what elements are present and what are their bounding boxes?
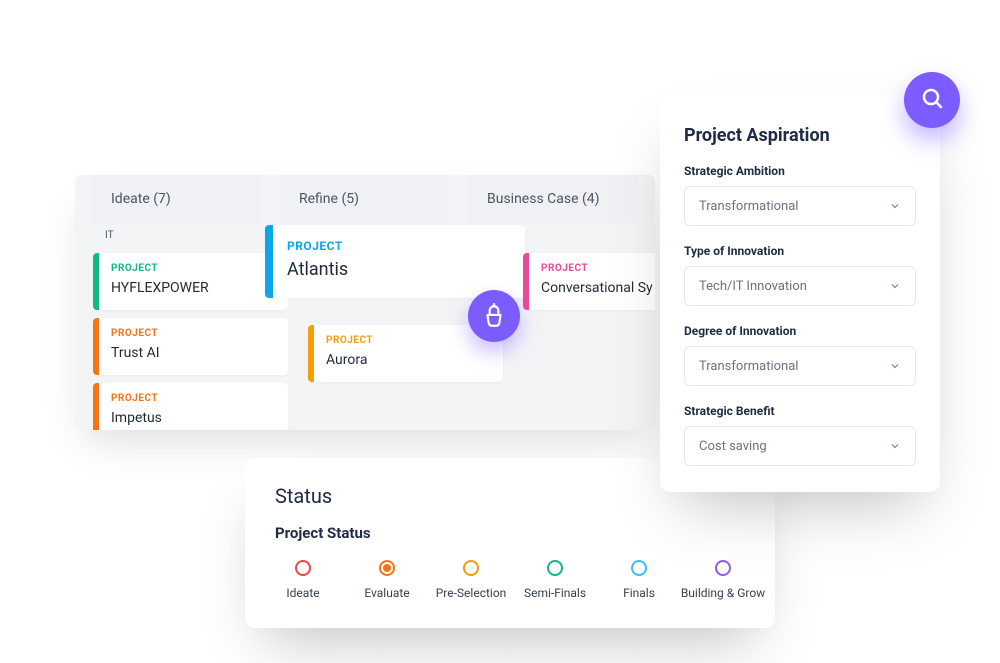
status-option[interactable]: Evaluate [359, 560, 415, 600]
project-card[interactable]: PROJECT Trust AI [93, 318, 288, 375]
card-tag: PROJECT [111, 263, 274, 274]
degree-of-innovation-select[interactable]: Transformational [684, 346, 916, 386]
status-label: Evaluate [364, 586, 409, 600]
chevron-down-icon [889, 360, 901, 372]
truncated-row-label: IT [105, 230, 114, 241]
card-title: Trust AI [111, 345, 274, 361]
select-value: Tech/IT Innovation [699, 279, 807, 294]
card-title: HYFLEXPOWER [111, 280, 274, 296]
status-options: Ideate Evaluate Pre-Selection Semi-Finals Fi… [275, 560, 747, 600]
column-header: Business Case (4) [469, 175, 637, 223]
card-tag: PROJECT [326, 335, 489, 346]
card-tag: PROJECT [111, 393, 274, 404]
status-option[interactable]: Finals [611, 560, 667, 600]
chevron-down-icon [889, 280, 901, 292]
status-label: Semi-Finals [524, 586, 586, 600]
search-button[interactable] [904, 72, 960, 128]
card-title: Aurora [326, 352, 489, 368]
status-ring-icon [715, 560, 731, 576]
search-icon [920, 86, 944, 114]
card-title: Atlantis [287, 259, 507, 280]
status-option[interactable]: Pre-Selection [443, 560, 499, 600]
type-of-innovation-select[interactable]: Tech/IT Innovation [684, 266, 916, 306]
card-tag: PROJECT [541, 263, 655, 274]
kanban-column-ideate: Ideate (7) [93, 175, 261, 233]
panel-title: Project Aspiration [684, 125, 916, 146]
card-tag: PROJECT [287, 239, 507, 253]
pointer-icon [468, 290, 520, 342]
select-value: Cost saving [699, 439, 767, 454]
chevron-down-icon [889, 200, 901, 212]
status-label: Building & Grow [681, 586, 765, 600]
chevron-down-icon [889, 440, 901, 452]
status-ring-icon [631, 560, 647, 576]
status-ring-icon [379, 560, 395, 576]
project-aspiration-panel: Project Aspiration Strategic Ambition Tr… [660, 95, 940, 492]
panel-subtitle: Project Status [275, 524, 747, 542]
status-option[interactable]: Building & Grow [695, 560, 751, 600]
project-card-featured[interactable]: PROJECT Atlantis [265, 225, 525, 298]
column-header: Refine (5) [281, 175, 449, 223]
kanban-board: Ideate (7) Refine (5) Business Case (4) … [75, 175, 655, 430]
field-label: Type of Innovation [684, 244, 916, 258]
status-ring-icon [295, 560, 311, 576]
column-header: Ideate (7) [93, 175, 261, 223]
status-label: Finals [623, 586, 655, 600]
status-ring-icon [463, 560, 479, 576]
project-card[interactable]: PROJECT HYFLEXPOWER [93, 253, 288, 310]
strategic-ambition-select[interactable]: Transformational [684, 186, 916, 226]
project-card[interactable]: PROJECT Impetus [93, 383, 288, 430]
project-card[interactable]: PROJECT Conversational Sy [523, 253, 655, 310]
select-value: Transformational [699, 359, 798, 374]
card-title: Conversational Sy [541, 280, 655, 296]
card-tag: PROJECT [111, 328, 274, 339]
status-label: Ideate [286, 586, 319, 600]
project-card[interactable]: PROJECT Aurora [308, 325, 503, 382]
strategic-benefit-select[interactable]: Cost saving [684, 426, 916, 466]
field-label: Degree of Innovation [684, 324, 916, 338]
field-label: Strategic Benefit [684, 404, 916, 418]
card-title: Impetus [111, 410, 274, 426]
field-label: Strategic Ambition [684, 164, 916, 178]
status-option[interactable]: Semi-Finals [527, 560, 583, 600]
status-option[interactable]: Ideate [275, 560, 331, 600]
select-value: Transformational [699, 199, 798, 214]
status-ring-icon [547, 560, 563, 576]
status-label: Pre-Selection [436, 586, 507, 600]
